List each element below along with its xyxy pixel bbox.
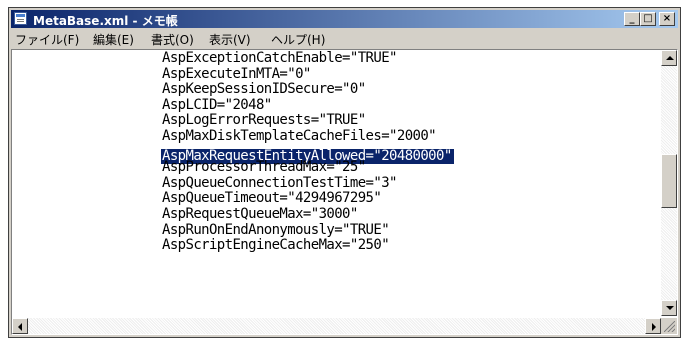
horizontal-scrollbar[interactable] [12,318,661,334]
scroll-up-icon [666,56,674,60]
menu-view[interactable]: 表示(V) [209,31,251,48]
text-line: AspQueueTimeout="4294967295" [162,190,382,207]
text-line: AspScriptEngineCacheMax="250" [162,237,390,254]
scroll-right-button[interactable] [645,318,661,334]
scroll-down-icon [666,306,674,310]
vertical-scrollbar[interactable] [661,50,677,316]
text-line: AspMaxDiskTemplateCacheFiles="2000" [162,127,437,144]
scroll-right-icon [652,323,656,331]
scroll-down-button[interactable] [661,300,677,316]
maximize-button[interactable]: □ [640,12,656,26]
size-grip-icon [664,321,675,332]
close-icon: × [662,13,672,24]
vertical-scroll-thumb[interactable] [661,154,677,208]
text-line: AspExecuteInMTA="0" [162,65,311,82]
maximize-icon: □ [643,13,653,24]
text-line: AspRunOnEndAnonymously="TRUE" [162,221,390,238]
title-bar[interactable]: MetaBase.xml - メモ帳 _ □ × [11,10,678,28]
size-grip[interactable] [661,318,677,334]
text-line: AspQueueConnectionTestTime="3" [162,174,397,191]
window-title: MetaBase.xml - メモ帳 [33,14,178,28]
menu-format[interactable]: 書式(O) [151,31,194,48]
close-button[interactable]: × [659,12,675,26]
text-line: AspLCID="2048" [162,96,272,113]
menu-edit[interactable]: 編集(E) [93,31,134,48]
text-editor[interactable]: AspExceptionCatchEnable="TRUE" AspExecut… [11,49,678,335]
minimize-button[interactable]: _ [624,12,640,26]
text-line: AspKeepSessionIDSecure="0" [162,81,366,98]
text-line: AspExceptionCatchEnable="TRUE" [162,50,397,66]
text-line: AspLogErrorRequests="TRUE" [162,112,366,129]
notepad-window: MetaBase.xml - メモ帳 _ □ × ファイル(F) 編集(E) 書… [8,7,681,338]
text-content[interactable]: AspExceptionCatchEnable="TRUE" AspExecut… [161,50,454,254]
menu-bar: ファイル(F) 編集(E) 書式(O) 表示(V) ヘルプ(H) [11,29,678,48]
selected-line-row: AspMaxRequestEntityAllowed="20480000" [161,145,454,165]
notepad-icon[interactable] [14,12,27,25]
scroll-left-icon [18,323,22,331]
scroll-left-button[interactable] [12,318,28,334]
scroll-up-button[interactable] [661,50,677,66]
text-line: AspRequestQueueMax="3000" [162,205,358,222]
minimize-icon: _ [629,13,635,24]
menu-file[interactable]: ファイル(F) [15,31,79,48]
menu-help[interactable]: ヘルプ(H) [271,31,325,48]
